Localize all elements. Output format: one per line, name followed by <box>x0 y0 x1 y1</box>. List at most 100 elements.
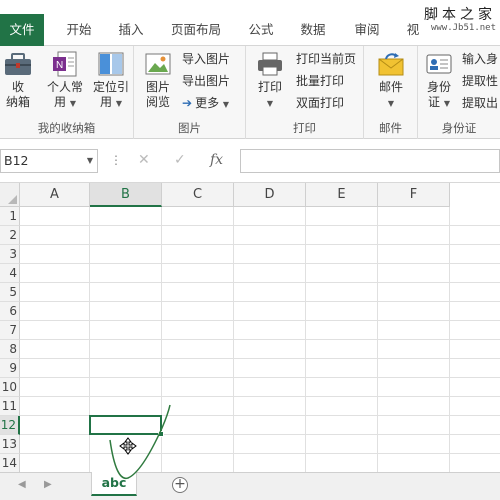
picture-view-line2: 阅览 <box>145 95 170 109</box>
row-header-4[interactable]: 4 <box>0 264 20 283</box>
tab-file[interactable]: 文件 <box>0 14 44 46</box>
scroll-left-icon[interactable]: ◀ <box>18 479 26 490</box>
group-label-mail: 邮件 <box>379 121 402 135</box>
personal-common-button[interactable]: N 个人常 用 ▼ <box>44 50 86 111</box>
row-header-5[interactable]: 5 <box>0 283 20 302</box>
print-current-page-label: 打印当前页 <box>296 52 357 66</box>
row-header-3[interactable]: 3 <box>0 245 20 264</box>
insert-function-button[interactable]: fx <box>210 151 223 169</box>
grid-row-line <box>20 339 500 340</box>
more-button[interactable]: ➔ 更多 ▼ <box>182 94 229 113</box>
row-header-11[interactable]: 11 <box>0 397 20 416</box>
more-label: 更多 <box>195 96 220 110</box>
grid-row-line <box>20 377 500 378</box>
select-all-corner[interactable] <box>0 183 20 207</box>
selected-cell[interactable] <box>89 415 164 437</box>
row-header-2[interactable]: 2 <box>0 226 20 245</box>
row-header-6[interactable]: 6 <box>0 302 20 321</box>
sheet-tab[interactable]: abc <box>91 472 137 496</box>
export-picture-label: 导出图片 <box>182 74 231 88</box>
column-header-d[interactable]: D <box>234 183 306 207</box>
chevron-down-icon: ▼ <box>222 100 230 109</box>
print-current-page-button[interactable]: 打印当前页 <box>296 50 356 69</box>
batch-print-label: 批量打印 <box>296 74 345 88</box>
group-label-storage: 我的收纳箱 <box>37 121 96 135</box>
formula-bar: B12 ▼ ⋮ ✕ ✓ fx <box>0 139 500 183</box>
arrow-right-icon: ➔ <box>182 96 193 110</box>
grid-row-line <box>20 225 500 226</box>
extract-birth-label: 提取出 <box>462 96 499 110</box>
chevron-down-icon: ▼ <box>69 99 76 108</box>
mail-button[interactable]: 邮件 ▼ <box>372 50 410 111</box>
scroll-right-icon[interactable]: ▶ <box>44 479 52 490</box>
spreadsheet-grid[interactable]: ABCDEF 1 2 3 4 5 6 7 8 9 10 11 12 13 14 <box>0 183 500 472</box>
tab-insert[interactable]: 插入 <box>114 14 148 46</box>
picture-view-button[interactable]: 图片 阅览 <box>140 50 176 110</box>
formula-bar-grip-icon: ⋮ <box>110 153 122 167</box>
group-idcard: 身份 证 ▼ 输入身 提取性 提取出 身份证 <box>418 46 500 139</box>
printer-icon <box>258 52 282 76</box>
storage-box-line2: 纳箱 <box>5 95 30 109</box>
tab-data[interactable]: 数据 <box>296 14 330 46</box>
import-picture-label: 导入图片 <box>182 52 231 66</box>
import-picture-button[interactable]: 导入图片 <box>182 50 230 69</box>
extract-gender-button[interactable]: 提取性 <box>462 72 498 91</box>
row-header-1[interactable]: 1 <box>0 207 20 226</box>
svg-text:N: N <box>56 60 63 71</box>
row-header-10[interactable]: 10 <box>0 378 20 397</box>
tab-page-layout[interactable]: 页面布局 <box>166 14 226 46</box>
chevron-down-icon: ▼ <box>266 99 274 108</box>
grid-row-line <box>20 263 500 264</box>
tab-home[interactable]: 开始 <box>62 14 96 46</box>
column-header-a[interactable]: A <box>20 183 90 207</box>
column-header-e[interactable]: E <box>306 183 378 207</box>
grid-row-line <box>20 453 500 454</box>
grid-row-line <box>20 320 500 321</box>
storage-box-button[interactable]: 收 纳箱 <box>2 50 34 110</box>
input-id-button[interactable]: 输入身 <box>462 50 498 69</box>
input-id-label: 输入身 <box>462 52 499 66</box>
chevron-down-icon: ▼ <box>443 99 450 108</box>
chevron-down-icon[interactable]: ▼ <box>87 150 93 172</box>
print-label: 打印 <box>257 80 282 94</box>
column-header-c[interactable]: C <box>162 183 234 207</box>
grid-row-line <box>20 282 500 283</box>
picture-view-line1: 图片 <box>145 80 170 94</box>
tab-view[interactable]: 视 <box>403 14 423 46</box>
batch-print-button[interactable]: 批量打印 <box>296 72 344 91</box>
idcard-line2: 证 <box>428 95 441 109</box>
enter-checkmark-icon[interactable]: ✓ <box>174 151 186 169</box>
column-header-b[interactable]: B <box>90 183 162 207</box>
formula-input[interactable] <box>240 149 500 173</box>
export-picture-button[interactable]: 导出图片 <box>182 72 230 91</box>
row-header-9[interactable]: 9 <box>0 359 20 378</box>
group-label-picture: 图片 <box>178 121 201 135</box>
personal-common-line2: 用 <box>54 95 67 109</box>
grid-row-line <box>20 301 500 302</box>
group-label-print: 打印 <box>293 121 316 135</box>
row-header-13[interactable]: 13 <box>0 435 20 454</box>
row-header-14[interactable]: 14 <box>0 454 20 472</box>
add-sheet-button[interactable]: + <box>172 477 188 493</box>
watermark: 脚本之家 www.Jb51.net <box>424 8 496 33</box>
name-box[interactable]: B12 ▼ <box>0 149 98 173</box>
picture-icon <box>145 53 171 75</box>
print-button[interactable]: 打印 ▼ <box>252 50 288 111</box>
row-header-8[interactable]: 8 <box>0 340 20 359</box>
column-header-f[interactable]: F <box>378 183 450 207</box>
group-picture: 图片 阅览 导入图片 导出图片 ➔ 更多 ▼ 图片 <box>134 46 246 139</box>
idcard-icon <box>426 54 452 74</box>
grid-row-line <box>20 358 500 359</box>
row-header-12[interactable]: 12 <box>0 416 20 435</box>
fill-handle[interactable] <box>158 431 164 437</box>
tab-formulas[interactable]: 公式 <box>244 14 278 46</box>
cancel-icon[interactable]: ✕ <box>138 151 150 169</box>
locate-reference-button[interactable]: 定位引 用 ▼ <box>90 50 132 111</box>
row-header-7[interactable]: 7 <box>0 321 20 340</box>
duplex-print-button[interactable]: 双面打印 <box>296 94 344 113</box>
idcard-button[interactable]: 身份 证 ▼ <box>422 50 456 111</box>
group-print: 打印 ▼ 打印当前页 批量打印 双面打印 打印 <box>246 46 364 139</box>
tab-review[interactable]: 审阅 <box>350 14 384 46</box>
extract-birth-button[interactable]: 提取出 <box>462 94 498 113</box>
locate-reference-line1: 定位引 <box>92 80 129 94</box>
